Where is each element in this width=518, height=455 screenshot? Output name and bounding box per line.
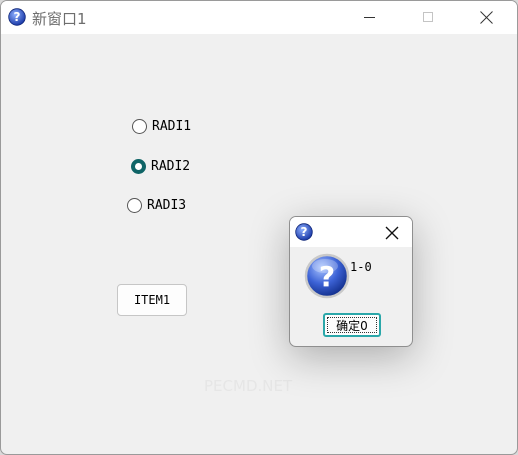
radio-label: RADI2: [151, 159, 191, 174]
ok-button-label: 确定0: [336, 318, 368, 333]
close-icon: [385, 226, 399, 240]
close-button[interactable]: [463, 1, 509, 34]
radio-button-checked[interactable]: [131, 159, 146, 174]
dialog-title-bar[interactable]: ?: [290, 217, 412, 247]
maximize-icon: [423, 12, 433, 22]
minimize-icon: [364, 17, 375, 18]
question-icon: ?: [295, 223, 313, 241]
message-dialog: ? ? 1-0 确定0: [289, 216, 413, 347]
svg-text:?: ?: [14, 10, 21, 24]
close-icon: [480, 11, 493, 24]
minimize-button[interactable]: [347, 1, 393, 34]
dialog-message: 1-0: [350, 260, 372, 274]
ok-button[interactable]: 确定0: [323, 313, 381, 337]
maximize-button[interactable]: [405, 1, 451, 34]
question-icon: ?: [304, 253, 350, 299]
main-window: ? 新窗口1 RADI1 RADI2 RADI3 ITEM1 PECMD.NET: [0, 0, 518, 455]
question-icon: ?: [8, 8, 26, 26]
dialog-close-button[interactable]: [378, 221, 406, 245]
watermark: PECMD.NET: [204, 377, 293, 395]
radio-label: RADI1: [152, 119, 192, 134]
svg-text:?: ?: [319, 260, 335, 293]
window-title: 新窗口1: [32, 10, 87, 28]
title-bar[interactable]: ? 新窗口1: [1, 1, 517, 34]
radio-button[interactable]: [127, 198, 142, 213]
item1-button[interactable]: ITEM1: [117, 284, 187, 316]
radio-label: RADI3: [147, 198, 187, 213]
svg-text:?: ?: [301, 225, 308, 239]
radio-button[interactable]: [132, 119, 147, 134]
